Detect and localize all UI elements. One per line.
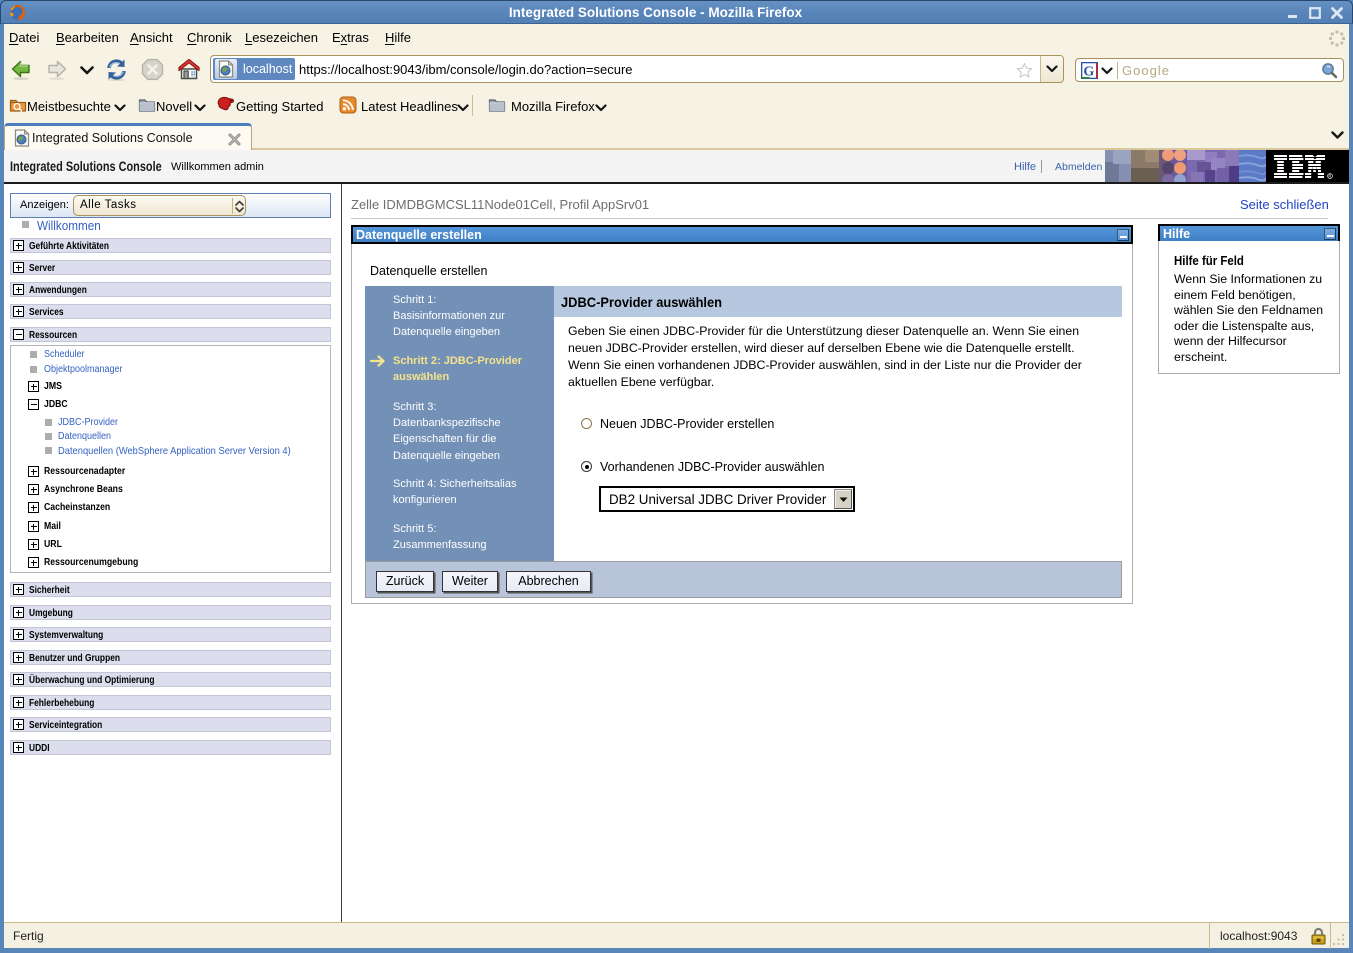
svg-text:G: G: [1083, 65, 1094, 80]
